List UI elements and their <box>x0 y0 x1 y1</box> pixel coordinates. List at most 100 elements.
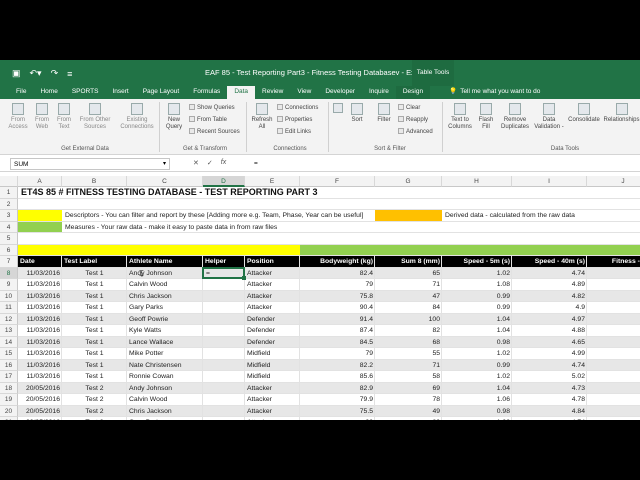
table-cell[interactable] <box>203 314 245 326</box>
tab-formulas[interactable]: Formulas <box>186 86 227 99</box>
table-cell[interactable]: Test 1 <box>62 291 127 303</box>
row-header-1[interactable]: 1 <box>0 187 18 199</box>
table-cell[interactable]: 68 <box>375 337 442 349</box>
table-cell[interactable] <box>203 348 245 360</box>
row-header-6[interactable]: 6 <box>0 244 18 256</box>
tab-file[interactable]: File <box>0 86 33 99</box>
table-cell[interactable] <box>203 291 245 303</box>
tab-data[interactable]: Data <box>227 86 256 99</box>
table-cell[interactable]: Nate Christensen <box>127 360 203 372</box>
table-cell[interactable]: 22 <box>587 406 640 418</box>
data-validation-button[interactable]: Data Validation - <box>534 103 564 131</box>
table-cell[interactable] <box>203 279 245 291</box>
column-header-h[interactable]: H <box>442 176 512 187</box>
table-cell[interactable]: Andy Johnson <box>127 383 203 395</box>
table-cell[interactable]: 1.02 <box>442 417 512 420</box>
table-cell[interactable]: 0.99 <box>442 291 512 303</box>
table-cell[interactable]: Calvin Wood <box>127 394 203 406</box>
table-cell[interactable]: 82 <box>375 325 442 337</box>
table-cell[interactable]: Attacker <box>245 406 300 418</box>
table-cell[interactable]: Test 1 <box>62 348 127 360</box>
table-header-cell[interactable]: Athlete Name <box>127 256 203 268</box>
formula-input[interactable]: = <box>250 158 635 170</box>
row-header-9[interactable]: 9 <box>0 279 18 291</box>
column-header-i[interactable]: I <box>512 176 587 187</box>
table-cell[interactable]: 19 <box>587 302 640 314</box>
save-icon[interactable]: ▣ <box>12 68 21 79</box>
table-cell[interactable]: Lance Wallace <box>127 337 203 349</box>
table-cell[interactable]: 18 <box>587 383 640 395</box>
table-cell[interactable]: 1.04 <box>442 325 512 337</box>
table-cell[interactable]: Kyle Watts <box>127 325 203 337</box>
table-cell[interactable]: 4.99 <box>512 348 587 360</box>
table-cell[interactable]: Attacker <box>245 268 300 280</box>
refresh-all-button[interactable]: Refresh All <box>250 103 274 131</box>
table-cell[interactable]: 11/03/2016 <box>18 302 62 314</box>
table-cell[interactable]: 4.89 <box>512 279 587 291</box>
table-cell[interactable] <box>203 360 245 372</box>
table-cell[interactable]: 90.4 <box>300 302 375 314</box>
from-other-sources-button[interactable]: From Other Sources <box>76 103 114 131</box>
table-cell[interactable]: Chris Jackson <box>127 406 203 418</box>
table-cell[interactable]: 49 <box>375 406 442 418</box>
table-cell[interactable]: 11/03/2016 <box>18 325 62 337</box>
table-cell[interactable]: 4.84 <box>512 406 587 418</box>
table-cell[interactable]: 4.97 <box>512 314 587 326</box>
table-cell[interactable]: 5.02 <box>512 371 587 383</box>
table-cell[interactable]: Gary Parks <box>127 302 203 314</box>
table-cell[interactable]: Defender <box>245 314 300 326</box>
table-cell[interactable]: 4.88 <box>512 325 587 337</box>
row-header-15[interactable]: 15 <box>0 348 18 360</box>
table-cell[interactable]: Midfield <box>245 360 300 372</box>
table-cell[interactable]: Mike Potter <box>127 348 203 360</box>
table-cell[interactable]: 20 <box>587 325 640 337</box>
table-cell[interactable] <box>203 337 245 349</box>
table-cell[interactable]: 11/03/2016 <box>18 291 62 303</box>
existing-connections-button[interactable]: Existing Connections <box>117 103 157 131</box>
table-cell[interactable]: 84 <box>375 302 442 314</box>
table-cell[interactable]: Test 1 <box>62 325 127 337</box>
table-cell[interactable]: 11/03/2016 <box>18 360 62 372</box>
tab-insert[interactable]: Insert <box>105 86 135 99</box>
column-header-c[interactable]: C <box>127 176 203 187</box>
row-header-5[interactable]: 5 <box>0 233 18 245</box>
table-cell[interactable]: 82.4 <box>300 268 375 280</box>
table-cell[interactable]: Chris Jackson <box>127 291 203 303</box>
table-cell[interactable]: 71 <box>375 279 442 291</box>
active-cell-content[interactable]: = <box>204 268 212 280</box>
tab-view[interactable]: View <box>290 86 318 99</box>
column-header-j[interactable]: J <box>587 176 640 187</box>
row-header-13[interactable]: 13 <box>0 325 18 337</box>
column-header-b[interactable]: B <box>62 176 127 187</box>
table-header-cell[interactable]: Date <box>18 256 62 268</box>
table-cell[interactable]: Defender <box>245 325 300 337</box>
table-header-cell[interactable]: Sum 8 (mm) <box>375 256 442 268</box>
edit-links-button[interactable]: Edit Links <box>277 128 311 136</box>
table-cell[interactable]: 11/03/2016 <box>18 279 62 291</box>
table-cell[interactable]: Test 2 <box>62 417 127 420</box>
table-cell[interactable]: 4.74 <box>512 268 587 280</box>
table-cell[interactable]: 20/05/2016 <box>18 383 62 395</box>
table-cell[interactable]: 20/05/2016 <box>18 417 62 420</box>
table-cell[interactable]: 18 <box>587 394 640 406</box>
new-query-button[interactable]: New Query <box>162 103 186 131</box>
row-header-19[interactable]: 19 <box>0 394 18 406</box>
table-header-cell[interactable]: Bodyweight (kg) <box>300 256 375 268</box>
row-header-4[interactable]: 4 <box>0 221 18 233</box>
table-cell[interactable]: 11/03/2016 <box>18 314 62 326</box>
table-header-cell[interactable]: Test Label <box>62 256 127 268</box>
connections-button[interactable]: Connections <box>277 104 318 112</box>
table-cell[interactable]: 24 <box>587 314 640 326</box>
table-cell[interactable]: Test 2 <box>62 406 127 418</box>
column-header-d[interactable]: D <box>203 176 245 187</box>
table-cell[interactable]: 47 <box>375 291 442 303</box>
table-header-cell[interactable]: Speed - 5m (s) <box>442 256 512 268</box>
table-cell[interactable] <box>203 302 245 314</box>
table-cell[interactable]: Attacker <box>245 302 300 314</box>
table-cell[interactable] <box>203 394 245 406</box>
customize-qat-icon[interactable]: ≡ <box>67 69 72 79</box>
table-cell[interactable]: 100 <box>375 314 442 326</box>
row-header-8[interactable]: 8 <box>0 267 18 279</box>
table-cell[interactable]: 0.99 <box>442 302 512 314</box>
table-cell[interactable]: 20/05/2016 <box>18 394 62 406</box>
